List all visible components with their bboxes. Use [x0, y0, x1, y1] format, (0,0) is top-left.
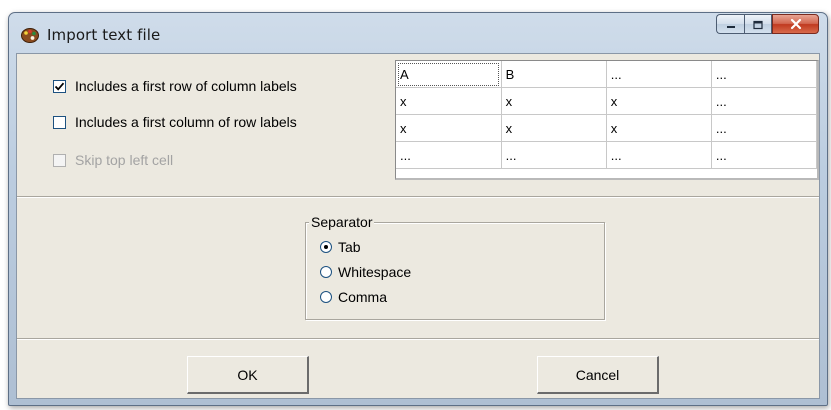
preview-cell[interactable]: x [606, 87, 712, 115]
column-labels-option[interactable]: Includes a first row of column labels [53, 78, 297, 94]
preview-cell[interactable]: B [501, 61, 607, 88]
maximize-icon [752, 15, 764, 34]
maximize-button[interactable] [744, 14, 772, 34]
comma-label: Comma [338, 289, 388, 305]
preview-cell[interactable]: ... [711, 61, 818, 88]
window-title: Import text file [47, 26, 161, 44]
minimize-icon [725, 15, 737, 34]
preview-cell[interactable]: x [396, 114, 502, 142]
separator-option-tab[interactable]: Tab [320, 239, 361, 255]
preview-table: A B ... ... x x x ... x x x ... ... ... … [396, 61, 818, 169]
dialog-client-area: Includes a first row of column labels In… [16, 53, 820, 399]
preview-cell[interactable]: x [396, 87, 502, 115]
checkmark-icon [54, 82, 65, 91]
table-row: x x x ... [396, 114, 818, 142]
preview-grid[interactable]: A B ... ... x x x ... x x x ... ... ... … [395, 60, 819, 180]
table-row: A B ... ... [396, 61, 818, 88]
table-row: ... ... ... ... [396, 141, 818, 169]
bottom-divider [17, 338, 819, 340]
close-button[interactable] [772, 14, 819, 34]
preview-cell[interactable]: ... [606, 61, 712, 88]
minimize-button[interactable] [716, 14, 744, 34]
skip-top-left-checkbox [53, 153, 66, 167]
row-labels-option[interactable]: Includes a first column of row labels [53, 114, 297, 130]
column-labels-label: Includes a first row of column labels [75, 78, 297, 94]
preview-cell[interactable]: ... [711, 114, 818, 142]
preview-cell[interactable]: ... [396, 141, 502, 169]
column-labels-checkbox[interactable] [53, 79, 66, 93]
tab-label: Tab [338, 239, 361, 255]
row-labels-label: Includes a first column of row labels [75, 114, 297, 130]
skip-top-left-label: Skip top left cell [75, 152, 174, 168]
separator-option-whitespace[interactable]: Whitespace [320, 264, 411, 280]
separator-group: Separator Tab Whitespace Comma [305, 214, 605, 320]
preview-cell[interactable]: ... [711, 87, 818, 115]
comma-radio[interactable] [320, 291, 332, 303]
preview-cell[interactable]: A [396, 61, 502, 88]
paint-palette-icon [20, 26, 40, 44]
radio-selected-dot [324, 245, 328, 249]
close-icon [789, 15, 803, 34]
title-bar[interactable]: Import text file [9, 13, 827, 55]
preview-cell[interactable]: ... [501, 141, 607, 169]
preview-cell[interactable]: ... [711, 141, 818, 169]
caption-buttons [716, 14, 819, 34]
separator-option-comma[interactable]: Comma [320, 289, 387, 305]
table-row: x x x ... [396, 87, 818, 115]
preview-cell[interactable]: x [501, 114, 607, 142]
import-text-file-dialog: Import text file Includes a first row of… [8, 12, 828, 406]
ok-button[interactable]: OK [187, 356, 309, 394]
top-divider [17, 196, 819, 198]
separator-legend: Separator [309, 214, 375, 230]
whitespace-label: Whitespace [338, 264, 412, 280]
cancel-button[interactable]: Cancel [537, 356, 659, 394]
skip-top-left-option: Skip top left cell [53, 152, 173, 168]
preview-cell[interactable]: ... [606, 141, 712, 169]
tab-radio[interactable] [320, 241, 332, 253]
preview-cell[interactable]: x [606, 114, 712, 142]
whitespace-radio[interactable] [320, 266, 332, 278]
row-labels-checkbox[interactable] [53, 115, 66, 129]
preview-cell[interactable]: x [501, 87, 607, 115]
